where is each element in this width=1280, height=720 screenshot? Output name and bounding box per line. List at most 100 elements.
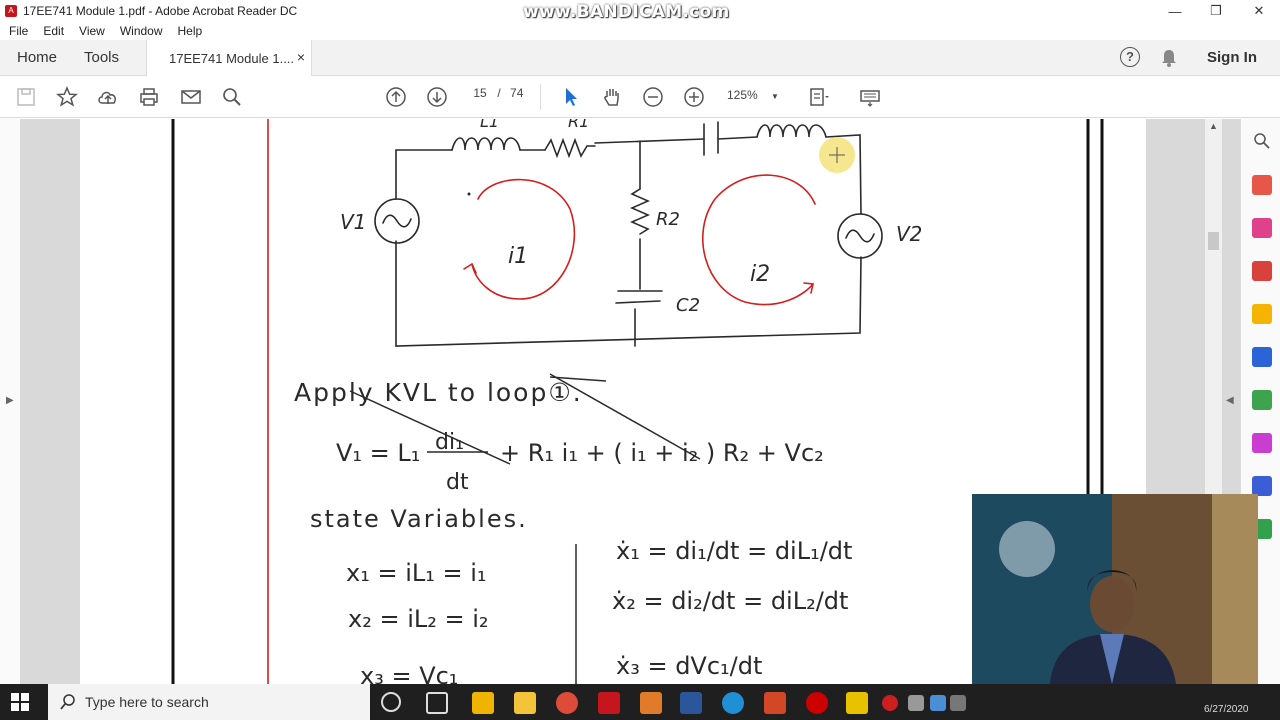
edit-pdf-icon[interactable] (1252, 347, 1272, 367)
protect-icon[interactable] (1252, 476, 1272, 496)
zoom-dropdown[interactable]: 125% ▼ (727, 88, 779, 102)
equation-denominator: dt (446, 470, 469, 495)
label-v2: V2 (896, 222, 922, 246)
minimize-button[interactable]: — (1152, 0, 1198, 22)
windows-start-icon[interactable] (10, 692, 30, 712)
zoom-value: 125% (727, 88, 758, 102)
cortana-icon[interactable] (381, 692, 401, 712)
webcam-overlay (972, 494, 1258, 684)
zoom-out-icon[interactable] (641, 85, 665, 109)
label-r2: R2 (656, 209, 680, 230)
menu-window[interactable]: Window (120, 24, 163, 38)
window-title: 17EE741 Module 1.pdf - Adobe Acrobat Rea… (23, 4, 298, 18)
search-tool-icon[interactable] (1252, 131, 1272, 151)
scroll-up-icon[interactable]: ▲ (1209, 121, 1218, 131)
tab-home[interactable]: Home (17, 49, 57, 66)
acrobat-taskbar-icon[interactable] (598, 692, 620, 714)
help-icon[interactable]: ? (1120, 47, 1140, 67)
edge-icon[interactable] (722, 692, 744, 714)
taskbar-date[interactable]: 6/27/2020 (1204, 704, 1249, 715)
app-icon-2[interactable] (640, 692, 662, 714)
tray-record-icon[interactable] (882, 695, 898, 711)
page-number-input[interactable]: 15 (466, 86, 494, 100)
next-page-icon[interactable] (425, 85, 449, 109)
tab-document[interactable]: 17EE741 Module 1.... × (146, 40, 312, 76)
state-right-3: ẋ₃ = dVc₁/dt (616, 652, 762, 680)
taskbar-search[interactable]: Type here to search (48, 684, 370, 720)
expand-left-panel-icon[interactable]: ▶ (6, 395, 14, 406)
equation-rhs: + R₁ i₁ + ( i₁ + i₂ ) R₂ + Vc₂ (500, 439, 824, 467)
email-icon[interactable] (179, 85, 203, 109)
total-pages: 74 (510, 86, 524, 100)
create-pdf-icon[interactable] (1252, 175, 1272, 195)
state-right-1: ẋ₁ = di₁/dt = diL₁/dt (616, 537, 852, 565)
app-icon-3[interactable] (846, 692, 868, 714)
powerpoint-icon[interactable] (764, 692, 786, 714)
chrome-icon[interactable] (556, 692, 578, 714)
export-pdf-icon[interactable] (1252, 261, 1272, 281)
print-icon[interactable] (137, 85, 161, 109)
previous-page-icon[interactable] (384, 85, 408, 109)
state-left-1: x₁ = iL₁ = i₁ (346, 559, 487, 587)
label-l1: L1 (480, 119, 499, 131)
notification-bell-icon[interactable] (1160, 48, 1178, 68)
chevron-down-icon: ▼ (771, 92, 779, 101)
menu-file[interactable]: File (9, 24, 28, 38)
tab-tools[interactable]: Tools (84, 49, 119, 66)
tray-icon-1[interactable] (908, 695, 924, 711)
doc-tab-label: 17EE741 Module 1.... (169, 51, 295, 66)
close-tab-icon[interactable]: × (297, 49, 305, 65)
app-icon-1[interactable] (472, 692, 494, 714)
menu-edit[interactable]: Edit (43, 24, 64, 38)
label-v1: V1 (340, 210, 366, 234)
bandicam-icon[interactable] (806, 692, 828, 714)
state-left-3: x₃ = Vc₁ (360, 662, 458, 684)
heading-apply-kvl: Apply KVL to loop①. (294, 378, 583, 407)
page-fit-icon[interactable] (806, 85, 830, 109)
label-i2: i2 (750, 262, 770, 287)
close-window-button[interactable]: ✕ (1236, 0, 1280, 22)
toolbar-divider (540, 84, 541, 110)
keyboard-icon[interactable] (858, 85, 882, 109)
collapse-right-panel-icon[interactable]: ◀ (1226, 395, 1234, 406)
state-variables-heading: state Variables. (310, 505, 528, 533)
fill-sign-icon[interactable] (1252, 433, 1272, 453)
state-right-2: ẋ₂ = di₂/dt = diL₂/dt (612, 587, 848, 615)
sign-in-link[interactable]: Sign In (1207, 49, 1257, 66)
search-icon (60, 694, 75, 710)
maximize-button[interactable]: ❐ (1193, 0, 1239, 22)
upload-cloud-icon[interactable] (96, 85, 120, 109)
combine-files-icon[interactable] (1252, 390, 1272, 410)
comment-icon[interactable] (1252, 304, 1272, 324)
page-indicator: 15 / 74 (466, 86, 523, 100)
save-icon[interactable] (14, 85, 38, 109)
presenter-video (972, 494, 1258, 684)
organize-pages-icon[interactable] (1252, 218, 1272, 238)
tray-icon-3[interactable] (950, 695, 966, 711)
windows-taskbar: Type here to search 6/27/2020 (0, 684, 1280, 720)
menu-bar: File Edit View Window Help (0, 22, 1280, 40)
label-r1: R1 (568, 119, 589, 131)
scroll-thumb[interactable] (1208, 232, 1219, 250)
bookmark-star-icon[interactable] (55, 85, 79, 109)
task-view-icon[interactable] (426, 692, 448, 714)
toolbar: 15 / 74 125% ▼ (0, 76, 1280, 118)
tab-bar: Home Tools 17EE741 Module 1.... × ? Sign… (0, 40, 1280, 76)
search-icon[interactable] (220, 85, 244, 109)
word-icon[interactable] (680, 692, 702, 714)
left-panel-strip: ▶ (0, 119, 20, 684)
taskbar-search-placeholder: Type here to search (85, 694, 209, 710)
recording-watermark: www.BANDICAM.com (523, 2, 730, 22)
cursor-highlight-icon (819, 137, 855, 173)
zoom-in-icon[interactable] (682, 85, 706, 109)
label-i1: i1 (508, 244, 528, 269)
select-cursor-icon[interactable] (559, 85, 583, 109)
label-c2: C2 (676, 295, 700, 316)
page-separator: / (497, 86, 501, 100)
acrobat-logo-icon: A (5, 5, 17, 17)
tray-icon-2[interactable] (930, 695, 946, 711)
file-explorer-icon[interactable] (514, 692, 536, 714)
menu-help[interactable]: Help (178, 24, 203, 38)
hand-tool-icon[interactable] (600, 85, 624, 109)
menu-view[interactable]: View (79, 24, 105, 38)
